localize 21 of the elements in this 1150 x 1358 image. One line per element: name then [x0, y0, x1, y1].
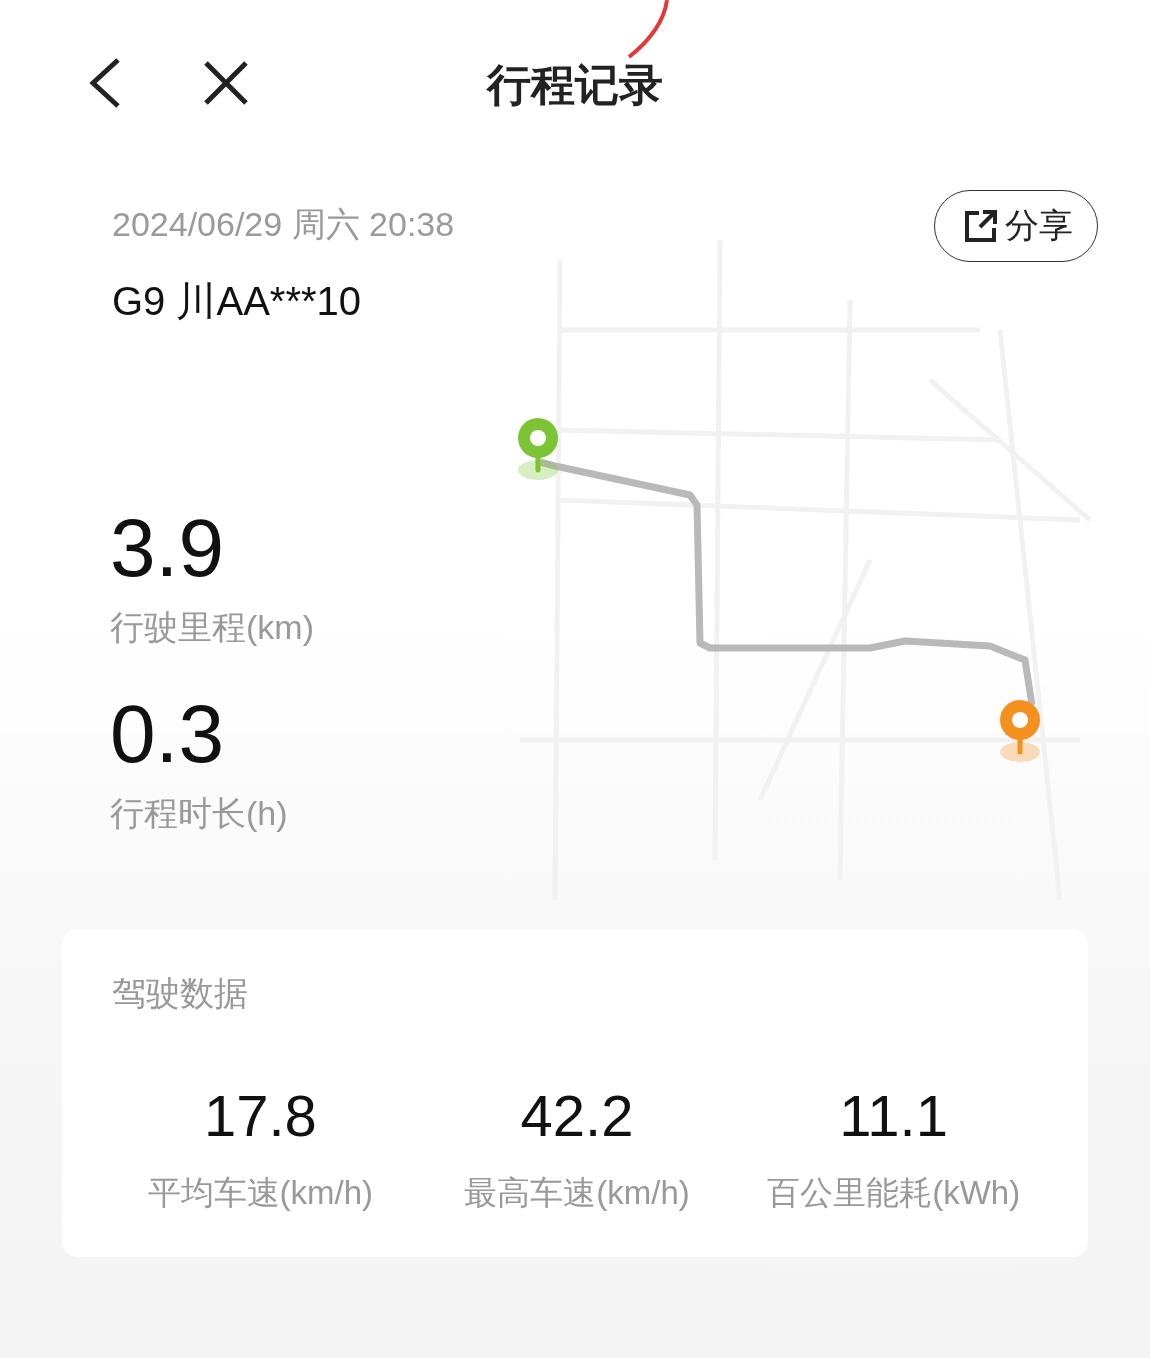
stat-value: 0.3 [110, 693, 224, 775]
metric-value: 42.2 [520, 1087, 634, 1145]
vehicle-plate: G9 川AA***10 [112, 278, 363, 325]
start-marker-icon [518, 418, 558, 480]
stat-label: 行驶里程(km) [110, 607, 314, 648]
share-icon [963, 208, 999, 244]
stat-value: 3.9 [110, 507, 224, 589]
metric-label: 最高车速(km/h) [464, 1173, 690, 1213]
trip-datetime: 2024/06/29 周六 20:38 [112, 204, 455, 245]
share-button[interactable]: 分享 [934, 190, 1098, 262]
metric-label: 平均车速(km/h) [147, 1173, 374, 1213]
end-marker-icon [1000, 700, 1040, 762]
close-icon[interactable] [202, 58, 250, 107]
metric-value: 17.8 [203, 1087, 317, 1145]
metric-label: 百公里能耗(kWh) [767, 1173, 1021, 1213]
page-title: 行程记录 [487, 59, 663, 111]
stat-label: 行程时长(h) [110, 793, 288, 834]
metric-value: 11.1 [839, 1087, 948, 1145]
card-title: 驾驶数据 [112, 973, 249, 1014]
back-icon[interactable] [88, 56, 122, 109]
annotation-stroke [625, 0, 670, 60]
